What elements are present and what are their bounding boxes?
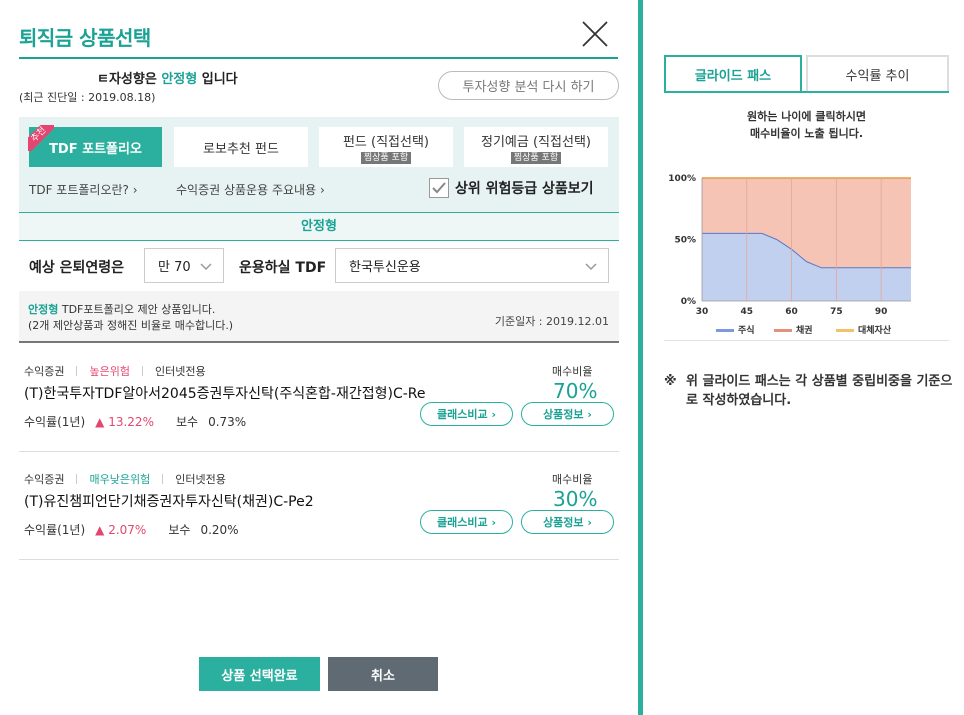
product-tab-box: TDF 포트폴리오 추천 로보추천 펀드 펀드 (직접선택) 찜상품 포함 정기… (19, 117, 619, 212)
x-tick-label: 60 (785, 307, 798, 317)
chart-hint-line2: 매수비율이 노출 됩니다. (749, 127, 864, 140)
x-tick-label: 90 (875, 307, 888, 317)
x-tick-label: 30 (696, 307, 709, 317)
tab-return-trend[interactable]: 수익률 추이 (806, 55, 949, 92)
fee-value: 0.20% (200, 522, 239, 537)
legend-swatch (836, 329, 854, 332)
retire-age-label: 예상 은퇴연령은 (29, 260, 125, 276)
legend-swatch (716, 329, 734, 332)
class-compare-button[interactable]: 클래스비교 › (420, 510, 513, 534)
wishlist-badge: 찜상품 포함 (360, 151, 412, 164)
fee-value: 0.73% (208, 414, 247, 429)
x-tick-label: 75 (830, 307, 843, 317)
manager-label: 운용하실 TDF (239, 260, 327, 276)
operation-info-link[interactable]: 수익증권 상품운용 주요내용 › (176, 181, 325, 198)
y-tick-label: 0% (681, 297, 696, 307)
chevron-down-icon (200, 263, 212, 271)
tab-glide-path[interactable]: 글라이드 패스 (664, 55, 802, 92)
proposal-info: 안정형 TDF포트폴리오 제안 상품입니다. (2개 제안상품과 정해진 비율로… (19, 291, 619, 343)
title-divider (19, 57, 618, 59)
product-info-button[interactable]: 상품정보 › (521, 510, 614, 534)
chevron-right-icon: › (587, 407, 592, 421)
check-icon (432, 182, 446, 194)
chevron-right-icon: › (491, 515, 496, 529)
high-risk-checkbox[interactable] (429, 178, 449, 198)
y-tick-label: 100% (668, 174, 696, 184)
glide-path-panel: 글라이드 패스 수익률 추이 원하는 나이에 클릭하시면 매수비율이 노출 됩니… (643, 0, 964, 715)
tab-robo-fund[interactable]: 로보추천 펀드 (174, 127, 308, 167)
product-info-button[interactable]: 상품정보 › (521, 402, 614, 426)
page-title: 퇴직금 상품선택 (19, 26, 151, 50)
product-name: (T)한국투자TDF알아서2045증권투자신탁(주식혼합-재간접형)C-Re (24, 386, 426, 402)
tab-fund-direct[interactable]: 펀드 (직접선택) 찜상품 포함 (319, 127, 453, 167)
x-tick-label: 45 (741, 307, 754, 317)
tab-underline (664, 91, 949, 93)
high-risk-label: 상위 위험등급 상품보기 (455, 181, 594, 197)
confirm-button[interactable]: 상품 선택완료 (199, 657, 320, 691)
chevron-right-icon: › (132, 183, 138, 197)
chevron-right-icon: › (587, 515, 592, 529)
product-name: (T)유진챔피언단기채증권자투자신탁(채권)C-Pe2 (24, 494, 314, 510)
risk-level: 매우낮은위험 (89, 473, 151, 486)
product-item: 수익증권 매우낮은위험 인터넷전용 (T)유진챔피언단기채증권자투자신탁(채권)… (19, 452, 619, 560)
y-tick-label: 50% (674, 236, 696, 246)
tdf-info-link[interactable]: TDF 포트폴리오란? › (29, 181, 138, 198)
diagnosis-date: (최근 진단일 : 2019.08.18) (19, 91, 156, 104)
glide-path-note: ※ 위 글라이드 패스는 각 상품별 중립비중을 기준으로 작성하였습니다. (664, 374, 953, 408)
chevron-right-icon: › (319, 183, 325, 197)
chevron-down-icon (585, 263, 597, 271)
retire-age-select[interactable]: 만 70 (144, 248, 224, 283)
chevron-right-icon: › (491, 407, 496, 421)
cancel-button[interactable]: 취소 (328, 657, 438, 691)
legend-label: 주식 (738, 324, 755, 336)
reanalyze-button[interactable]: 투자성향 분석 다시 하기 (438, 71, 619, 100)
manager-select[interactable]: 한국투신운용 (335, 248, 609, 283)
high-risk-toggle[interactable]: 상위 위험등급 상품보기 (429, 178, 594, 198)
investment-profile: ㅌ자성향은 안정형 입니다 (97, 72, 238, 87)
tab-deposit-direct[interactable]: 정기예금 (직접선택) 찜상품 포함 (464, 127, 608, 167)
product-select-panel: 퇴직금 상품선택 ㅌ자성향은 안정형 입니다 (최근 진단일 : 2019.08… (0, 0, 638, 715)
style-bar: 안정형 (19, 212, 619, 241)
buy-ratio: 70% (553, 379, 598, 403)
legend-swatch (774, 329, 792, 332)
glide-path-chart[interactable]: 30 45 60 75 90 0% 50% 100% 주식 채권 대체자산 (664, 165, 949, 337)
chart-divider (664, 340, 949, 341)
buy-ratio: 30% (553, 487, 598, 511)
wishlist-badge: 찜상품 포함 (510, 151, 562, 164)
return-value: ▲ 2.07% (95, 522, 147, 537)
legend-label: 채권 (796, 324, 813, 336)
product-item: 수익증권 높은위험 인터넷전용 (T)한국투자TDF알아서2045증권투자신탁(… (19, 344, 619, 452)
tab-tdf-portfolio[interactable]: TDF 포트폴리오 (29, 127, 162, 167)
base-date: 기준일자 : 2019.12.01 (494, 315, 609, 328)
note-mark: ※ (664, 374, 677, 389)
risk-level: 높은위험 (89, 365, 130, 378)
legend-label: 대체자산 (858, 324, 892, 336)
investment-style: 안정형 (161, 72, 198, 87)
chart-hint-line1: 원하는 나이에 클릭하시면 (747, 110, 866, 123)
close-icon[interactable] (580, 19, 610, 49)
class-compare-button[interactable]: 클래스비교 › (420, 402, 513, 426)
return-value: ▲ 13.22% (95, 414, 154, 429)
